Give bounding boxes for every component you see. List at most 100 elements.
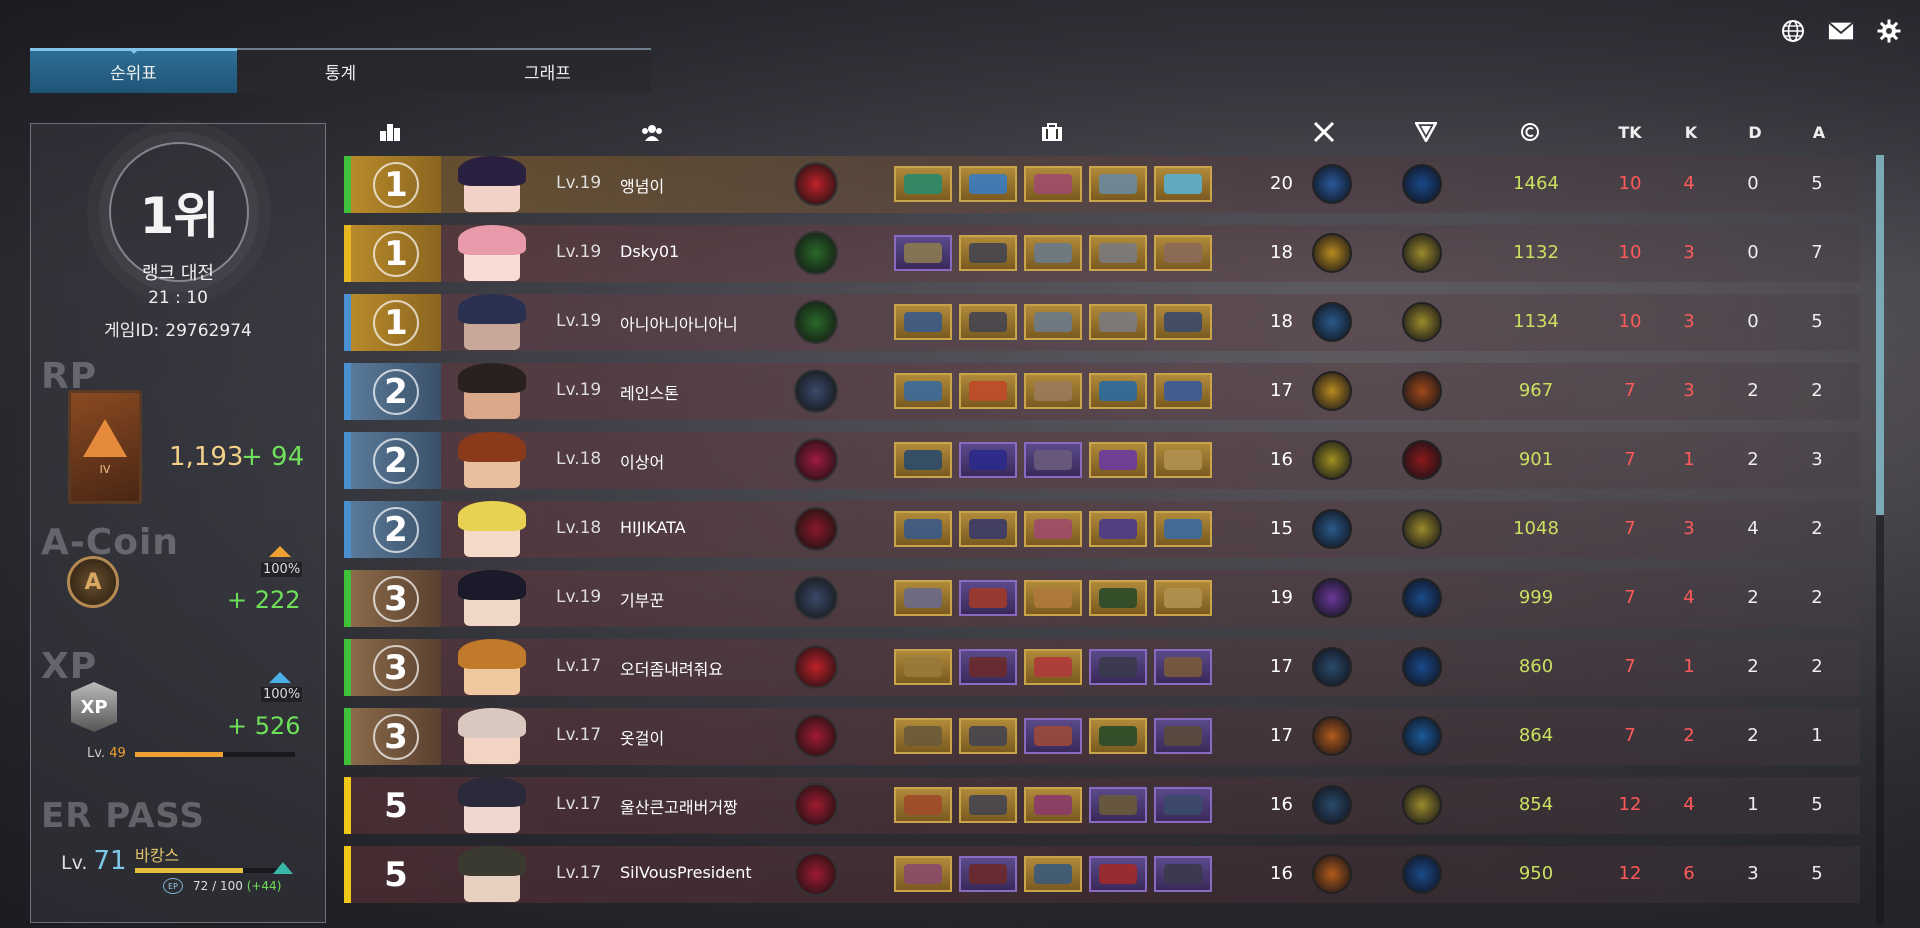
equipment-item-icon[interactable] — [1024, 235, 1082, 271]
player-name[interactable]: 레인스톤 — [620, 380, 679, 404]
weapon-type-icon[interactable] — [1312, 371, 1352, 411]
equipment-item-icon[interactable] — [1089, 856, 1147, 892]
weapon-type-icon[interactable] — [1312, 578, 1352, 618]
table-row[interactable]: 2 Lv.18 HIJIKATA 15 1048 7 3 4 2 — [344, 501, 1860, 558]
tactical-skill-icon[interactable] — [794, 162, 838, 206]
weapon-type-icon[interactable] — [1312, 854, 1352, 894]
table-row[interactable]: 3 Lv.19 기부꾼 19 999 7 4 2 2 — [344, 570, 1860, 627]
equipment-item-icon[interactable] — [959, 166, 1017, 202]
globe-icon[interactable] — [1780, 18, 1806, 44]
character-portrait[interactable] — [434, 777, 554, 834]
character-portrait[interactable] — [434, 570, 554, 627]
trait-core-icon[interactable] — [1402, 578, 1442, 618]
col-assists[interactable]: A — [1804, 119, 1834, 145]
character-portrait[interactable] — [434, 225, 554, 282]
leaderboard-scrollbar[interactable] — [1876, 155, 1884, 925]
equipment-item-icon[interactable] — [1024, 580, 1082, 616]
tactical-skill-icon[interactable] — [794, 231, 838, 275]
trait-core-icon[interactable] — [1402, 233, 1442, 273]
equipment-item-icon[interactable] — [1154, 856, 1212, 892]
weapon-type-icon[interactable] — [1312, 647, 1352, 687]
table-row[interactable]: 3 Lv.17 옷걸이 17 864 7 2 2 1 — [344, 708, 1860, 765]
trait-core-icon[interactable] — [1402, 371, 1442, 411]
equipment-item-icon[interactable] — [959, 373, 1017, 409]
trait-core-icon[interactable] — [1402, 164, 1442, 204]
table-row[interactable]: 2 Lv.19 레인스톤 17 967 7 3 2 2 — [344, 363, 1860, 420]
table-row[interactable]: 1 Lv.19 앵념이 20 1464 10 4 0 5 — [344, 156, 1860, 213]
equipment-item-icon[interactable] — [959, 856, 1017, 892]
equipment-item-icon[interactable] — [1024, 166, 1082, 202]
inventory-icon[interactable] — [1040, 119, 1064, 145]
table-row[interactable]: 3 Lv.17 오더좀내려줘요 17 860 7 1 2 2 — [344, 639, 1860, 696]
scrollbar-thumb[interactable] — [1876, 155, 1884, 515]
equipment-item-icon[interactable] — [1154, 787, 1212, 823]
tactical-skill-icon[interactable] — [794, 438, 838, 482]
trait-core-icon[interactable] — [1402, 647, 1442, 687]
equipment-item-icon[interactable] — [1154, 580, 1212, 616]
equipment-item-icon[interactable] — [894, 442, 952, 478]
rank-icon[interactable] — [378, 119, 402, 145]
mail-icon[interactable] — [1828, 18, 1854, 44]
tab-statistics[interactable]: 통계 — [237, 50, 444, 93]
equipment-item-icon[interactable] — [894, 511, 952, 547]
trait-core-icon[interactable] — [1402, 716, 1442, 756]
equipment-item-icon[interactable] — [1024, 787, 1082, 823]
character-portrait[interactable] — [434, 294, 554, 351]
equipment-item-icon[interactable] — [1024, 511, 1082, 547]
weapon-type-icon[interactable] — [1312, 302, 1352, 342]
equipment-item-icon[interactable] — [1089, 649, 1147, 685]
equipment-item-icon[interactable] — [1154, 166, 1212, 202]
player-name[interactable]: 앵념이 — [620, 173, 664, 197]
col-kills[interactable]: K — [1676, 119, 1706, 145]
equipment-item-icon[interactable] — [1024, 304, 1082, 340]
character-portrait[interactable] — [434, 846, 554, 903]
trait-core-icon[interactable] — [1402, 785, 1442, 825]
character-portrait[interactable] — [434, 432, 554, 489]
equipment-item-icon[interactable] — [959, 649, 1017, 685]
trait-icon[interactable] — [1414, 119, 1438, 145]
equipment-item-icon[interactable] — [894, 787, 952, 823]
equipment-item-icon[interactable] — [959, 580, 1017, 616]
gear-icon[interactable] — [1876, 18, 1902, 44]
table-row[interactable]: 5 Lv.17 울산큰고래버거짱 16 854 12 4 1 5 — [344, 777, 1860, 834]
equipment-item-icon[interactable] — [1024, 718, 1082, 754]
equipment-item-icon[interactable] — [1024, 373, 1082, 409]
equipment-item-icon[interactable] — [1154, 304, 1212, 340]
col-deaths[interactable]: D — [1740, 119, 1770, 145]
weapon-type-icon[interactable] — [1312, 785, 1352, 825]
weapon-mastery-icon[interactable] — [1312, 119, 1336, 145]
character-portrait[interactable] — [434, 708, 554, 765]
tactical-skill-icon[interactable] — [794, 507, 838, 551]
credit-icon[interactable] — [1518, 119, 1542, 145]
character-portrait[interactable] — [434, 363, 554, 420]
equipment-item-icon[interactable] — [1024, 442, 1082, 478]
equipment-item-icon[interactable] — [1154, 235, 1212, 271]
tactical-skill-icon[interactable] — [794, 645, 838, 689]
equipment-item-icon[interactable] — [959, 442, 1017, 478]
equipment-item-icon[interactable] — [1154, 649, 1212, 685]
equipment-item-icon[interactable] — [959, 304, 1017, 340]
equipment-item-icon[interactable] — [1154, 442, 1212, 478]
trait-core-icon[interactable] — [1402, 440, 1442, 480]
character-portrait[interactable] — [434, 639, 554, 696]
player-name[interactable]: 이상어 — [620, 449, 664, 473]
tactical-skill-icon[interactable] — [794, 300, 838, 344]
player-name[interactable]: 기부꾼 — [620, 587, 664, 611]
equipment-item-icon[interactable] — [959, 787, 1017, 823]
weapon-type-icon[interactable] — [1312, 440, 1352, 480]
tactical-skill-icon[interactable] — [794, 783, 838, 827]
player-name[interactable]: SilVousPresident — [620, 863, 752, 882]
player-name[interactable]: 울산큰고래버거짱 — [620, 794, 738, 818]
equipment-item-icon[interactable] — [1089, 787, 1147, 823]
tactical-skill-icon[interactable] — [794, 576, 838, 620]
tactical-skill-icon[interactable] — [794, 714, 838, 758]
weapon-type-icon[interactable] — [1312, 233, 1352, 273]
equipment-item-icon[interactable] — [1154, 511, 1212, 547]
equipment-item-icon[interactable] — [894, 718, 952, 754]
tab-leaderboard[interactable]: 순위표 — [30, 48, 237, 93]
character-portrait[interactable] — [434, 501, 554, 558]
equipment-item-icon[interactable] — [894, 235, 952, 271]
tactical-skill-icon[interactable] — [794, 852, 838, 896]
equipment-item-icon[interactable] — [1089, 580, 1147, 616]
character-portrait[interactable] — [434, 156, 554, 213]
